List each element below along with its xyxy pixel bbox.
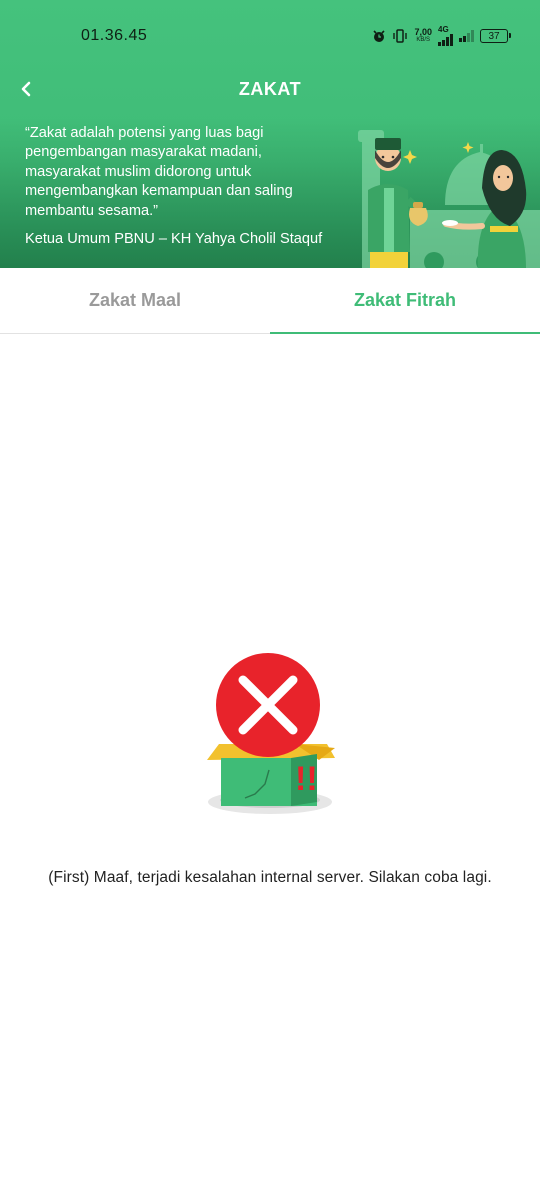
alarm-icon <box>373 30 386 42</box>
error-box-icon: !! <box>207 653 335 814</box>
net-speed: 7,00 KB/S <box>414 28 432 44</box>
page-title: ZAKAT <box>238 79 302 99</box>
quote-text: “Zakat adalah potensi yang luas bagi pen… <box>25 124 355 221</box>
header-banner: 01.36.45 7,00 KB/S 4G 37 ZAKAT “Zakat ad… <box>0 0 540 268</box>
tab-zakat-maal[interactable]: Zakat Maal <box>0 268 270 333</box>
signal-icon <box>438 34 453 46</box>
error-message: (First) Maaf, terjadi kesalahan internal… <box>48 869 492 886</box>
quote-author: Ketua Umum PBNU – KH Yahya Cholil Staquf <box>25 231 323 247</box>
status-bar: 01.36.45 7,00 KB/S 4G 37 <box>0 0 540 72</box>
zakat-illustration <box>358 130 540 268</box>
status-icons: 7,00 KB/S 4G 37 <box>372 25 511 46</box>
quote-line: pengembangan masyarakat madani, <box>25 144 262 161</box>
quote-line: mengembangkan kemampuan dan saling <box>25 183 293 200</box>
battery-level: 37 <box>488 30 500 42</box>
quote-line: “Zakat adalah potensi yang luas bagi <box>25 125 264 141</box>
signal-icon <box>459 30 474 42</box>
vibrate-icon <box>393 29 408 43</box>
status-time: 01.36.45 <box>81 27 148 44</box>
net-speed-value: 7,00 <box>414 27 432 37</box>
tab-zakat-fitrah[interactable]: Zakat Fitrah <box>270 268 540 334</box>
battery-icon: 37 <box>480 29 511 43</box>
quote-line: membantu sesama.” <box>25 202 159 219</box>
zakat-tabs: Zakat Maal Zakat Fitrah <box>0 268 540 334</box>
net-type: 4G <box>438 25 449 34</box>
quote-line: masyarakat muslim didorong untuk <box>25 163 252 180</box>
svg-text:!!: !! <box>295 760 318 798</box>
net-speed-unit: KB/S <box>416 37 431 43</box>
